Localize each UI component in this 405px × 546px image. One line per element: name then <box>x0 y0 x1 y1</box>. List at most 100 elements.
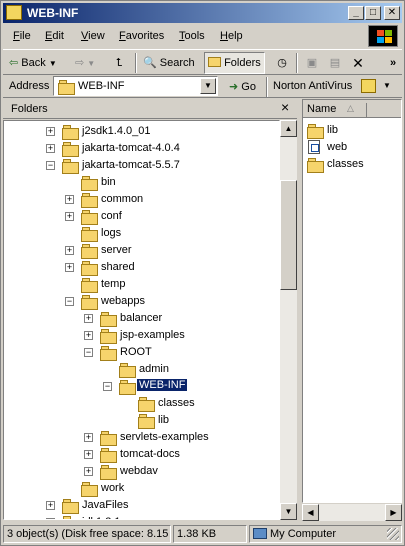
expand-plus-icon[interactable]: + <box>65 195 74 204</box>
close-button[interactable]: ✕ <box>384 6 400 20</box>
tree-item-label: shared <box>101 261 135 273</box>
address-dropdown-button[interactable]: ▼ <box>200 78 216 94</box>
folder-icon <box>62 516 78 519</box>
scroll-down-button[interactable]: ▼ <box>280 503 297 520</box>
folder-icon <box>100 465 117 480</box>
folder-icon <box>81 482 98 497</box>
folder-icon <box>58 80 75 95</box>
maximize-button[interactable]: □ <box>365 6 381 20</box>
collapse-minus-icon[interactable]: − <box>84 348 93 357</box>
back-label: Back <box>21 57 46 69</box>
expand-plus-icon[interactable]: + <box>46 518 55 519</box>
minimize-button[interactable]: _ <box>348 6 364 20</box>
menu-edit[interactable]: Edit <box>45 30 64 42</box>
forward-button[interactable]: ⇨ ▼ <box>75 53 95 73</box>
menu-view[interactable]: View <box>81 30 105 42</box>
menu-help[interactable]: Help <box>220 30 243 42</box>
history-icon: ◷ <box>277 57 287 69</box>
file-item-label: lib <box>327 124 339 136</box>
folder-icon <box>100 329 117 344</box>
folders-button[interactable]: Folders <box>204 52 265 74</box>
scroll-thumb[interactable] <box>280 180 297 290</box>
expand-plus-icon[interactable]: + <box>84 450 93 459</box>
chevron-down-icon: ▼ <box>48 59 57 68</box>
expand-plus-icon[interactable]: + <box>46 501 55 510</box>
name-column-label: Name <box>307 103 337 115</box>
move-to-button[interactable]: ▣ <box>302 53 322 73</box>
name-column-header[interactable]: Name △ <box>307 103 367 117</box>
copy-to-button[interactable]: ▤ <box>325 53 345 73</box>
tree-item-label: j2sdk1.4.0_01 <box>82 125 151 137</box>
expand-plus-icon[interactable]: + <box>65 246 74 255</box>
expand-plus-icon[interactable]: + <box>46 144 55 153</box>
tree-vertical-scrollbar[interactable]: ▲ ▼ <box>280 120 297 520</box>
status-zone-label: My Computer <box>270 528 337 540</box>
my-computer-icon <box>253 528 267 539</box>
title-bar[interactable]: WEB-INF _ □ ✕ <box>3 3 402 23</box>
folder-icon <box>119 363 136 378</box>
menu-tools[interactable]: Tools <box>179 30 205 42</box>
go-button[interactable]: ➜ Go <box>229 80 256 93</box>
folders-label: Folders <box>224 57 261 69</box>
resize-grip[interactable] <box>387 528 399 540</box>
close-icon[interactable]: × <box>281 99 289 115</box>
expand-plus-icon[interactable]: + <box>84 314 93 323</box>
folders-pane-title: Folders <box>11 103 48 115</box>
scroll-right-button[interactable]: ▶ <box>385 504 402 521</box>
tree-item-label: lib <box>158 414 170 426</box>
norton-antivirus-icon[interactable] <box>361 79 376 93</box>
history-button[interactable]: ◷ <box>271 53 293 73</box>
file-list-horizontal-scrollbar[interactable]: ◀ ▶ <box>302 504 402 521</box>
delete-button[interactable]: ✕ <box>349 53 367 73</box>
scroll-left-button[interactable]: ◀ <box>302 504 319 521</box>
collapse-minus-icon[interactable]: − <box>65 297 74 306</box>
open-folder-icon <box>119 380 136 395</box>
tree-item-label: server <box>101 244 132 256</box>
folder-icon <box>81 210 98 225</box>
tree-item-label: webdav <box>120 465 158 477</box>
collapse-minus-icon[interactable]: − <box>46 161 55 170</box>
expand-plus-icon[interactable]: + <box>84 467 93 476</box>
file-list-pane[interactable]: Name △ lib web classes <box>302 99 402 503</box>
expand-plus-icon[interactable]: + <box>84 433 93 442</box>
tree-item-label: common <box>101 193 144 205</box>
tree-item-label: tomcat-docs <box>120 448 180 460</box>
expand-plus-icon[interactable]: + <box>84 331 93 340</box>
status-size: 1.38 KB <box>173 525 247 543</box>
tree-item-label: ROOT <box>120 346 152 358</box>
folder-tree[interactable]: + j2sdk1.4.0_01 + jakarta-tomcat-4.0.4 − jaka… <box>3 120 280 520</box>
search-button[interactable]: 🔍 Search <box>143 53 195 73</box>
toolbar-separator <box>135 53 137 73</box>
column-header: Name △ <box>303 100 401 118</box>
folder-icon <box>307 158 324 173</box>
toolbar-overflow-button[interactable]: » <box>387 53 399 73</box>
folder-icon <box>62 499 79 514</box>
menu-favorites[interactable]: Favorites <box>119 30 164 42</box>
folder-icon <box>62 159 79 174</box>
folder-icon <box>81 295 98 310</box>
address-value: WEB-INF <box>78 80 125 92</box>
menu-file[interactable]: File <box>13 30 31 42</box>
expand-plus-icon[interactable]: + <box>65 212 74 221</box>
status-objects: 3 object(s) (Disk free space: 8.15 <box>3 525 171 543</box>
folder-icon <box>307 124 324 139</box>
toolbar-separator <box>266 77 268 97</box>
scroll-up-button[interactable]: ▲ <box>280 120 297 137</box>
back-button[interactable]: ⇦ Back ▼ <box>9 53 57 73</box>
expand-plus-icon[interactable]: + <box>46 127 55 136</box>
expand-plus-icon[interactable]: + <box>65 263 74 272</box>
folder-icon <box>100 448 117 463</box>
up-folder-icon: ⮤ <box>115 57 123 69</box>
folder-icon <box>100 312 117 327</box>
sort-ascending-icon: △ <box>347 103 354 113</box>
forward-arrow-icon: ⇨ <box>75 57 85 69</box>
address-input[interactable]: WEB-INF ▼ <box>53 76 218 96</box>
chevron-down-icon[interactable]: ▼ <box>383 81 391 90</box>
antivirus-label[interactable]: Norton AntiVirus <box>273 80 352 92</box>
collapse-minus-icon[interactable]: − <box>103 382 112 391</box>
standard-toolbar: ⇦ Back ▼ ⇨ ▼ ⮤ 🔍 Search Folders ◷ ▣ ▤ ✕ … <box>3 49 402 75</box>
move-to-icon: ▣ <box>306 57 318 69</box>
tree-item-label: jdk1.3.1 <box>82 516 121 519</box>
up-folder-button[interactable]: ⮤ <box>109 53 129 73</box>
tree-item-label: admin <box>139 363 169 375</box>
